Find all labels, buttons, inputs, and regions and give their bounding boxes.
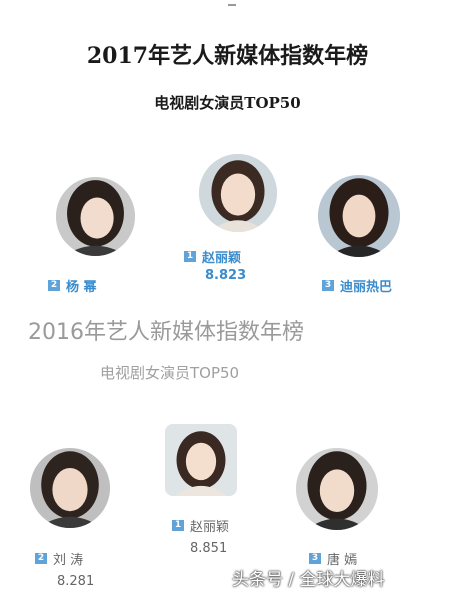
rank-badge: 1 xyxy=(172,520,184,531)
rank-2016-1: 1 赵丽颖 xyxy=(172,516,229,535)
score-2017-1: 8.823 xyxy=(205,268,247,283)
avatar-2017-rank3 xyxy=(318,175,400,257)
avatar-2016-rank3 xyxy=(296,448,378,530)
rank-2017-3: 3 迪丽热巴 xyxy=(322,276,392,295)
actress-name: 赵丽颖 xyxy=(190,520,230,535)
rank-badge: 2 xyxy=(35,553,47,564)
top-divider-mark xyxy=(228,4,236,6)
avatar-2017-rank2 xyxy=(56,177,135,256)
avatar-2016-rank2 xyxy=(30,448,110,528)
rank-badge: 3 xyxy=(322,280,334,291)
subtitle-2017: 电视剧女演员TOP50 xyxy=(154,94,301,112)
subtitle-2016: 电视剧女演员TOP50 xyxy=(100,364,240,382)
score-2016-1: 8.851 xyxy=(190,541,228,556)
page-title-2016: 2016年艺人新媒体指数年榜 xyxy=(28,320,304,345)
rank-2017-1: 1 赵丽颖 xyxy=(184,247,241,266)
avatar-2016-rank1 xyxy=(165,424,237,496)
rank-badge: 1 xyxy=(184,251,196,262)
source-watermark: 头条号 / 全球大爆料 xyxy=(232,570,385,590)
actress-name: 赵丽颖 xyxy=(202,251,242,266)
actress-name: 刘 涛 xyxy=(53,553,84,568)
actress-name: 迪丽热巴 xyxy=(340,280,393,295)
rank-2017-2: 2 杨 幂 xyxy=(48,276,97,295)
rank-badge: 3 xyxy=(309,553,321,564)
score-2016-2: 8.281 xyxy=(57,574,95,589)
rank-2016-2: 2 刘 涛 xyxy=(35,549,83,568)
rank-badge: 2 xyxy=(48,280,60,291)
page-title-2017: 2017年艺人新媒体指数年榜 xyxy=(86,43,369,69)
actress-name: 杨 幂 xyxy=(66,280,97,295)
avatar-2017-rank1 xyxy=(199,154,277,232)
